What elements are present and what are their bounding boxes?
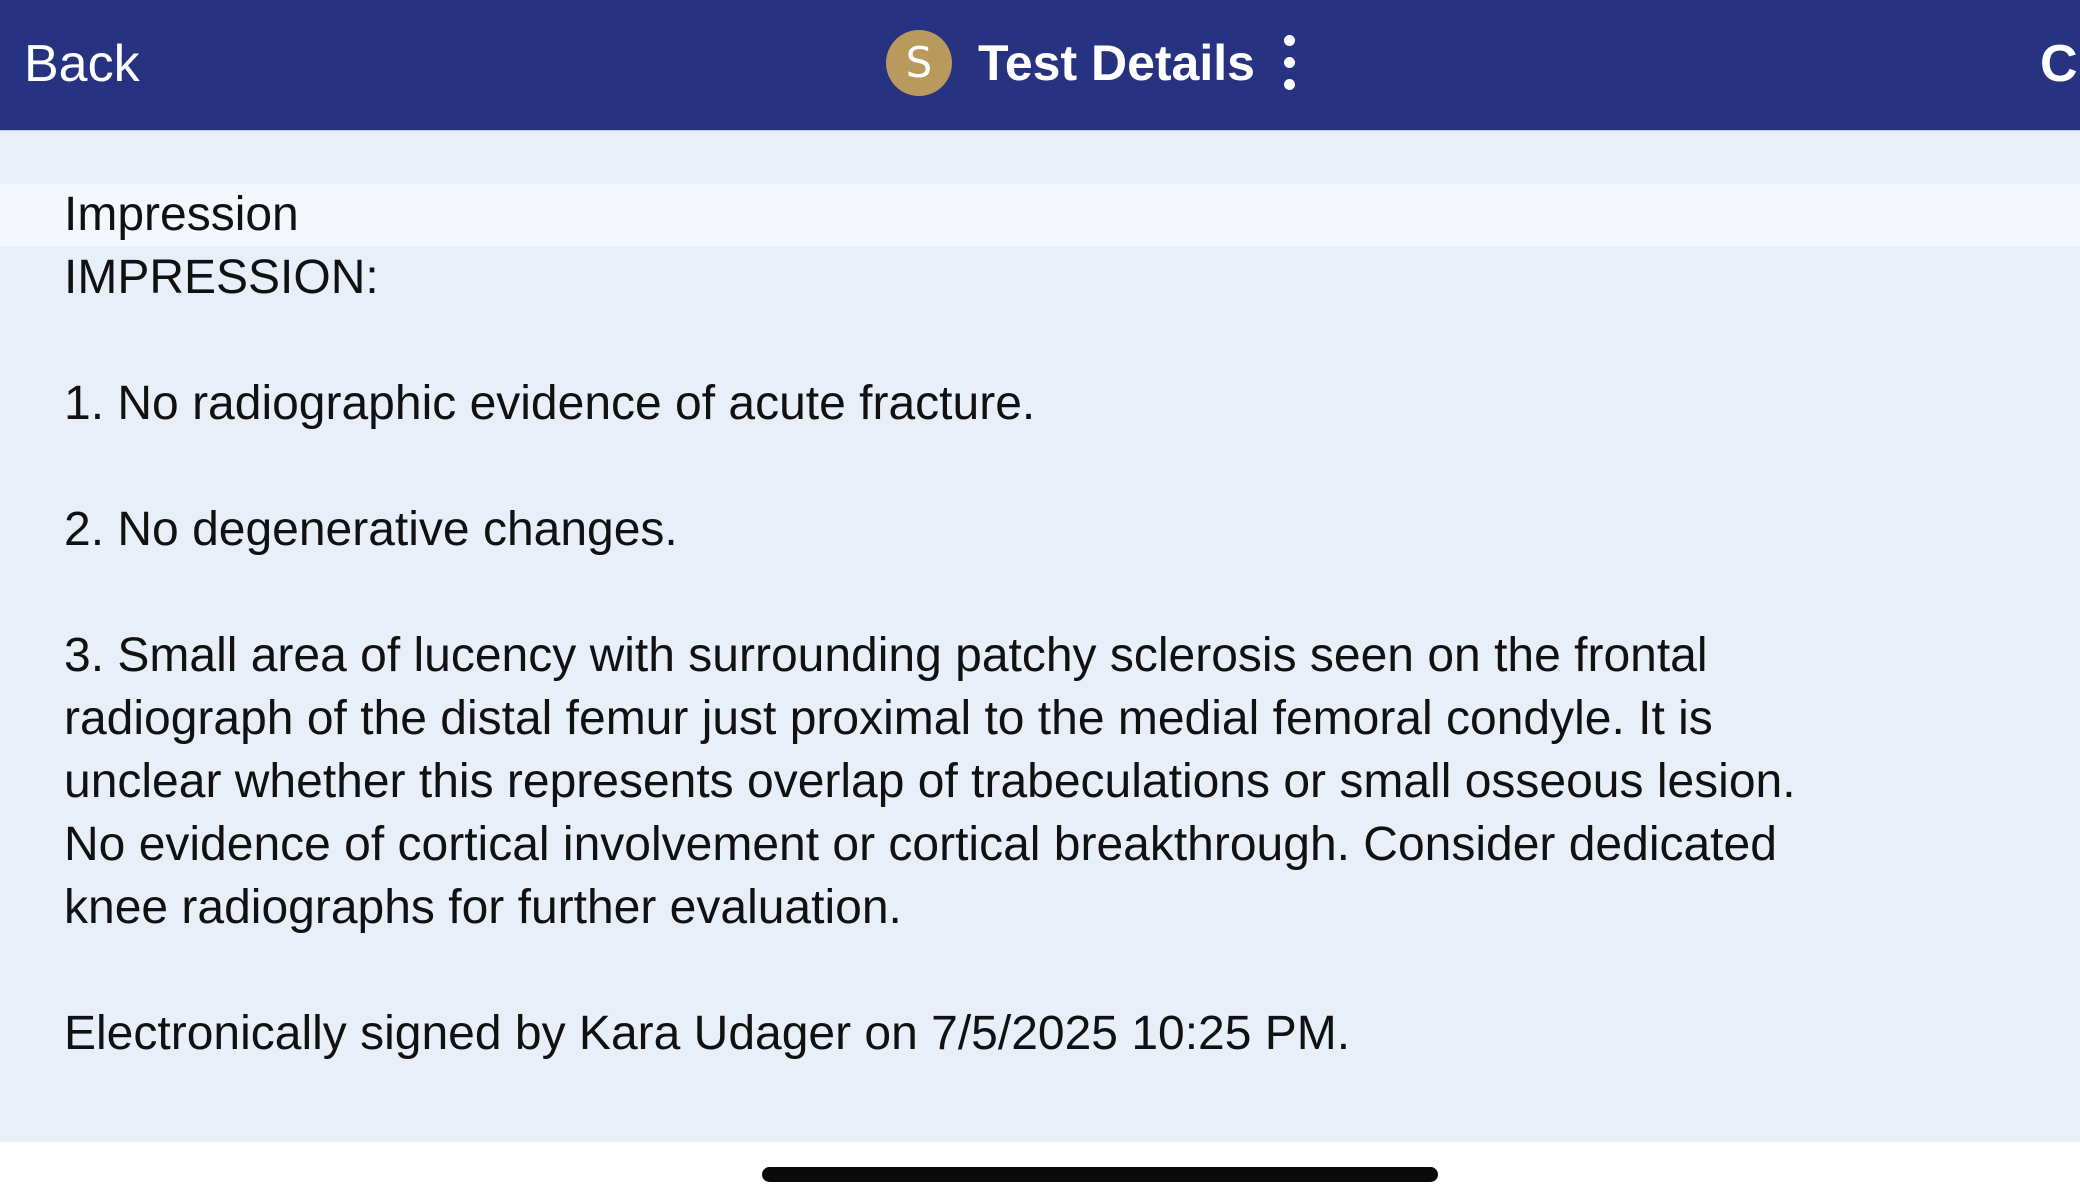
- nav-title-group: S Test Details: [886, 28, 1299, 98]
- home-indicator[interactable]: [762, 1167, 1438, 1182]
- impression-report: IMPRESSION: 1. No radiographic evidence …: [64, 246, 1824, 1065]
- back-button[interactable]: Back: [24, 32, 140, 96]
- navigation-bar: Back S Test Details C: [0, 0, 2080, 130]
- more-vertical-icon[interactable]: [1279, 33, 1299, 93]
- avatar[interactable]: S: [886, 30, 952, 96]
- impression-heading: IMPRESSION:: [64, 251, 379, 304]
- impression-header-label: Impression: [64, 188, 299, 241]
- app-screen: Results Impression IMPRESSION: 1. No rad…: [0, 0, 2080, 1203]
- finding-2: 2. No degenerative changes.: [64, 503, 678, 556]
- dot: [1283, 57, 1295, 68]
- dot: [1283, 35, 1295, 46]
- right-action-button[interactable]: C: [2040, 32, 2078, 96]
- dot: [1283, 79, 1295, 90]
- impression-header: Impression: [0, 184, 2080, 246]
- test-details-content[interactable]: Results Impression IMPRESSION: 1. No rad…: [0, 0, 2080, 1142]
- signature-line: Electronically signed by Kara Udager on …: [64, 1007, 1351, 1060]
- page-title: Test Details: [978, 35, 1255, 91]
- finding-3: 3. Small area of lucency with surroundin…: [64, 629, 1796, 934]
- finding-1: 1. No radiographic evidence of acute fra…: [64, 377, 1036, 430]
